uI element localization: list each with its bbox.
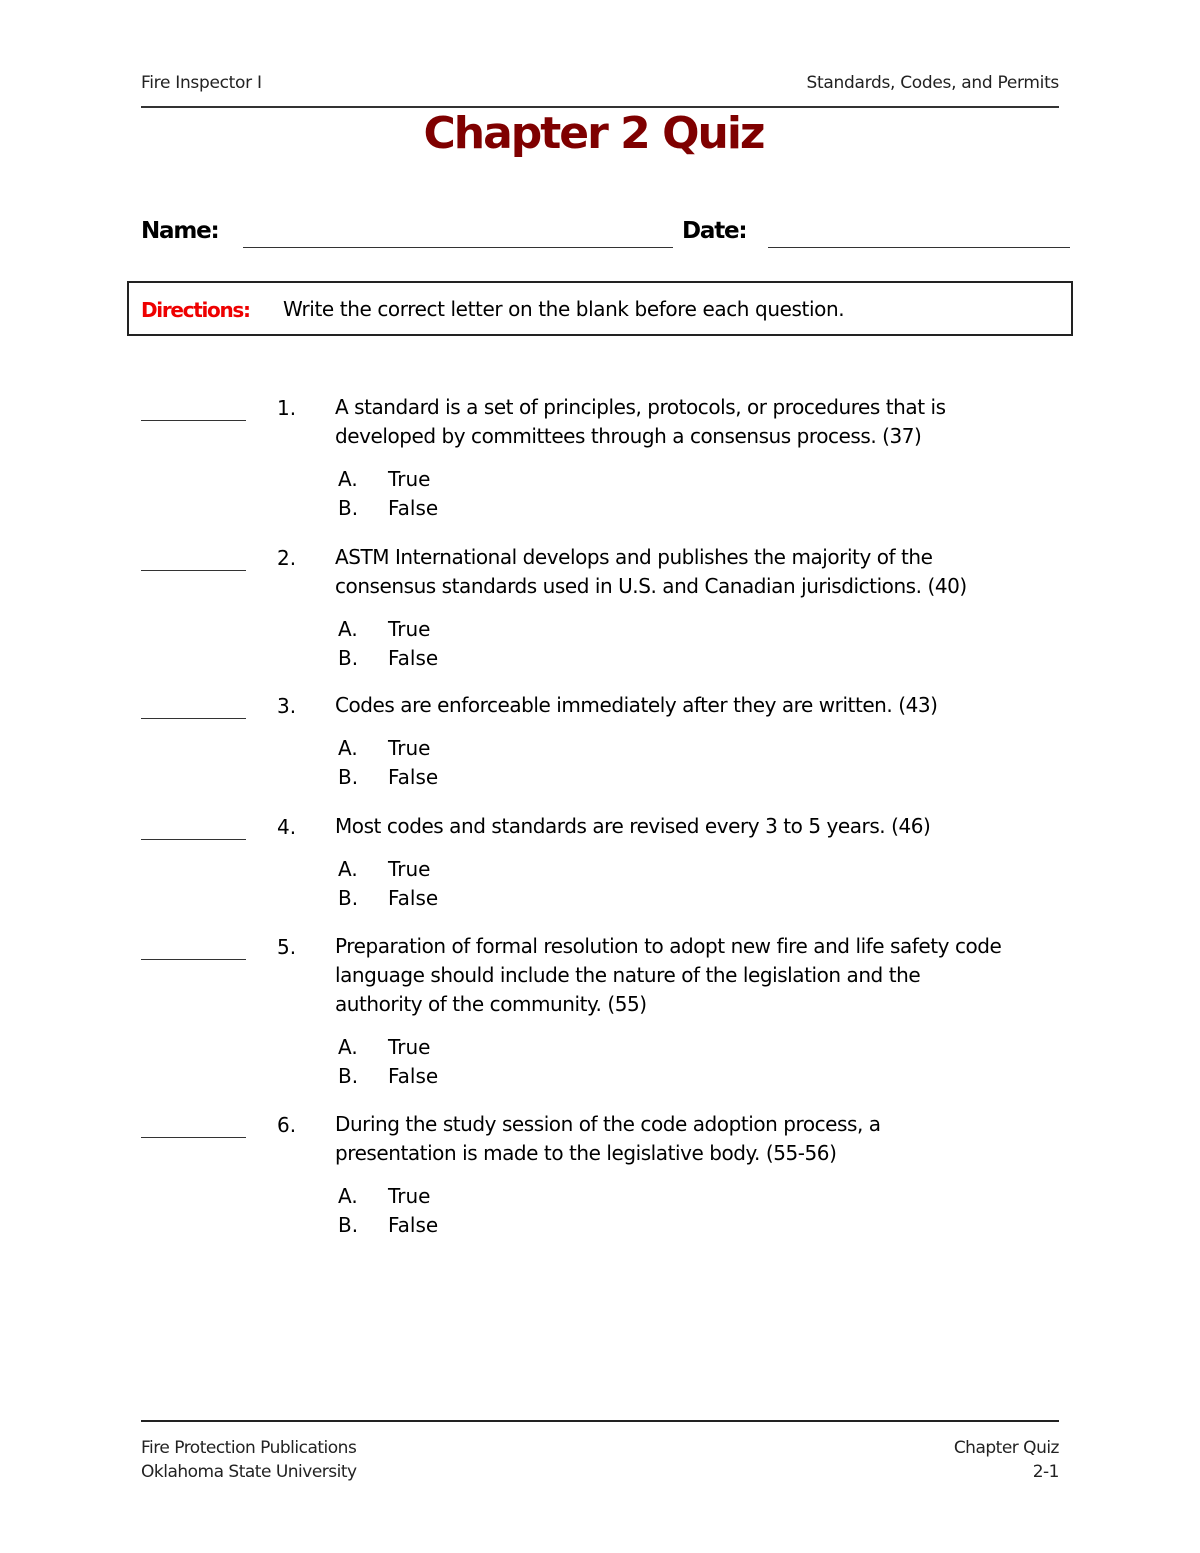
question-text-line: presentation is made to the legislative … [335,1141,837,1165]
answer-option: A. True [338,1033,438,1062]
date-label: Date: [682,218,748,244]
answer-blank[interactable] [141,570,246,571]
answer-option: B. False [338,644,438,673]
option-letter: B. [338,765,359,789]
question-text-line: Preparation of formal resolution to adop… [335,934,1002,958]
name-date-row: Name: Date: [141,218,1071,254]
answer-option: A. True [338,465,438,494]
answer-options: A. True B. False [338,615,438,673]
answer-options: A. True B. False [338,734,438,792]
option-text: False [388,496,439,520]
directions-label: Directions: [141,298,251,322]
question-number: 4. [277,815,297,839]
option-letter: B. [338,886,359,910]
question-text: During the study session of the code ado… [335,1110,1070,1168]
question-text: Most codes and standards are revised eve… [335,812,1070,841]
answer-option: A. True [338,615,438,644]
header-chapter-topic: Standards, Codes, and Permits [806,73,1060,93]
option-letter: A. [338,857,358,881]
answer-blank[interactable] [141,1137,246,1138]
question-number: 3. [277,694,297,718]
option-text: True [388,857,431,881]
question-number: 1. [277,396,297,420]
option-text: False [388,765,439,789]
question-text-line: authority of the community. (55) [335,992,647,1016]
option-text: False [388,646,439,670]
date-field[interactable] [768,247,1070,248]
answer-options: A. True B. False [338,465,438,523]
directions-box: Directions: Write the correct letter on … [127,281,1073,336]
answer-option: B. False [338,494,438,523]
footer-doc-type: Chapter Quiz [953,1438,1060,1458]
answer-option: B. False [338,1211,438,1240]
header-course-title: Fire Inspector I [141,73,262,93]
option-text: True [388,1035,431,1059]
option-letter: B. [338,1064,359,1088]
answer-blank[interactable] [141,839,246,840]
footer-page-number: 2-1 [1032,1462,1060,1482]
footer-publisher: Fire Protection Publications [141,1438,357,1458]
page-footer: Fire Protection Publications Oklahoma St… [141,1420,1060,1482]
question-text-line: A standard is a set of principles, proto… [335,395,946,419]
option-letter: A. [338,1184,358,1208]
answer-option: B. False [338,884,438,913]
option-letter: A. [338,1035,358,1059]
answer-option: A. True [338,1182,438,1211]
answer-blank[interactable] [141,718,246,719]
question-text: Codes are enforceable immediately after … [335,691,1070,720]
question-number: 2. [277,546,297,570]
answer-options: A. True B. False [338,1033,438,1091]
option-text: True [388,736,431,760]
answer-option: B. False [338,1062,438,1091]
option-text: True [388,1184,431,1208]
footer-university: Oklahoma State University [141,1462,357,1482]
page-header: Fire Inspector I Standards, Codes, and P… [141,70,1059,108]
answer-option: A. True [338,734,438,763]
answer-options: A. True B. False [338,855,438,913]
question-text: A standard is a set of principles, proto… [335,393,1070,451]
answer-blank[interactable] [141,420,246,421]
answer-option: A. True [338,855,438,884]
question-text-line: During the study session of the code ado… [335,1112,881,1136]
option-letter: B. [338,1213,359,1237]
answer-option: B. False [338,763,438,792]
quiz-title: Chapter 2 Quiz [423,108,765,159]
question-number: 6. [277,1113,297,1137]
option-letter: B. [338,646,359,670]
name-label: Name: [141,218,220,244]
option-text: True [388,617,431,641]
option-letter: A. [338,617,358,641]
option-text: False [388,1064,439,1088]
answer-options: A. True B. False [338,1182,438,1240]
question-text-line: consensus standards used in U.S. and Can… [335,574,967,598]
directions-text: Write the correct letter on the blank be… [283,297,845,321]
question-text-line: Most codes and standards are revised eve… [335,814,931,838]
question-text-line: ASTM International develops and publishe… [335,545,933,569]
option-text: False [388,1213,439,1237]
question-text: ASTM International develops and publishe… [335,543,1070,601]
name-field[interactable] [243,247,673,248]
option-letter: B. [338,496,359,520]
question-text-line: Codes are enforceable immediately after … [335,693,938,717]
question-text-line: developed by committees through a consen… [335,424,922,448]
question-number: 5. [277,935,297,959]
option-text: True [388,467,431,491]
answer-blank[interactable] [141,959,246,960]
question-text: Preparation of formal resolution to adop… [335,932,1070,1019]
question-text-line: language should include the nature of th… [335,963,921,987]
option-letter: A. [338,736,358,760]
option-letter: A. [338,467,358,491]
option-text: False [388,886,439,910]
